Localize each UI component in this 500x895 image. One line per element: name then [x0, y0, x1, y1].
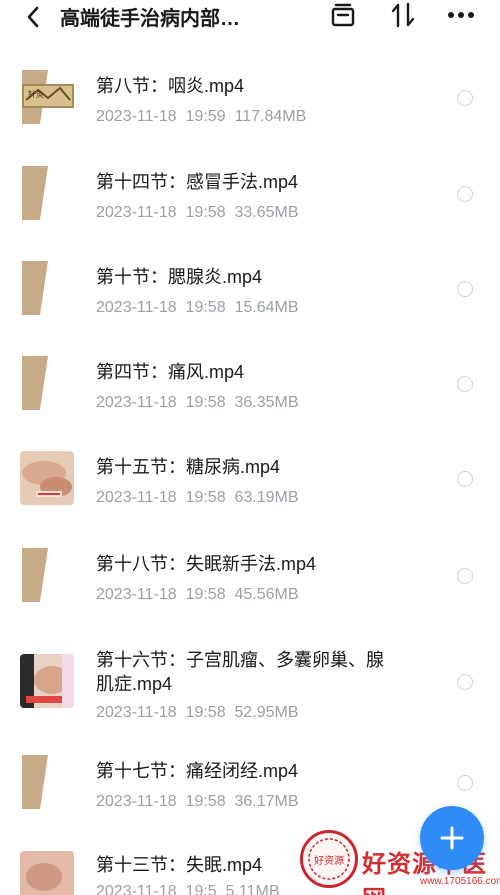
file-size: 15.64MB	[234, 299, 299, 316]
select-radio[interactable]	[457, 775, 473, 791]
file-size: 117.84MB	[234, 108, 307, 125]
document-thumbnail-icon	[22, 755, 48, 809]
file-thumbnail	[20, 356, 74, 410]
file-thumbnail	[20, 548, 74, 602]
file-date: 2023-11-18	[96, 204, 177, 221]
file-date: 2023-11-18	[96, 108, 177, 125]
document-thumbnail-icon	[22, 356, 48, 410]
document-thumbnail-icon	[22, 166, 48, 220]
file-thumbnail	[20, 166, 74, 220]
file-date: 2023-11-18	[96, 883, 177, 895]
svg-text:针灸: 针灸	[28, 89, 44, 99]
file-date: 2023-11-18	[96, 793, 177, 810]
file-size: 52.95MB	[234, 704, 299, 721]
watermark-url: www.1705166.com	[420, 876, 500, 887]
video-thumbnail-icon	[20, 851, 74, 895]
file-time: 19:58	[185, 299, 226, 316]
seal-logo: 好资源	[300, 830, 358, 888]
file-name: 第十节：腮腺炎.mp4	[96, 267, 263, 287]
file-time: 19:58	[185, 586, 226, 603]
file-name: 第十三节：失眠.mp4	[96, 855, 263, 875]
file-date: 2023-11-18	[96, 299, 177, 316]
file-date: 2023-11-18	[96, 489, 177, 506]
image-thumbnail-icon: 针灸	[22, 70, 74, 124]
more-icon	[448, 12, 474, 18]
file-meta: 2023-11-18 19:59 117.84MB	[96, 108, 306, 126]
file-time: 19:59	[185, 108, 226, 125]
top-bar: 高端徒手治病内部…	[0, 0, 500, 40]
file-thumbnail	[20, 261, 74, 315]
file-meta: 2023-11-18 19:58 45.56MB	[96, 586, 299, 604]
file-name-continued: 肌症.mp4	[96, 674, 173, 694]
video-thumbnail-icon	[20, 451, 74, 505]
back-chevron-icon	[27, 6, 39, 28]
file-time: 19:58	[185, 394, 226, 411]
sort-button[interactable]	[386, 0, 420, 30]
file-thumbnail	[20, 755, 74, 809]
file-time: 19:58	[185, 204, 226, 221]
file-thumbnail	[20, 851, 74, 895]
file-name: 第十四节：感冒手法.mp4	[96, 172, 299, 192]
select-all-icon	[331, 3, 355, 27]
list-item[interactable]: 第十六节：子宫肌瘤、多囊卵巢、腺 肌症.mp4 2023-11-18 19:58…	[0, 646, 500, 766]
file-meta: 2023-11-18 19:58 15.64MB	[96, 299, 299, 317]
list-item[interactable]: 第十八节：失眠新手法.mp4 2023-11-18 19:58 45.56MB	[0, 548, 500, 638]
file-meta: 2023-11-18 19:5 5.11MB	[96, 883, 280, 895]
plus-icon	[440, 826, 464, 850]
file-thumbnail	[20, 451, 74, 505]
file-name: 第十六节：子宫肌瘤、多囊卵巢、腺	[96, 650, 384, 670]
file-meta: 2023-11-18 19:58 63.19MB	[96, 489, 299, 507]
select-radio[interactable]	[457, 281, 473, 297]
more-button[interactable]	[444, 0, 478, 30]
back-button[interactable]	[18, 2, 48, 32]
file-name: 第十七节：痛经闭经.mp4	[96, 761, 299, 781]
list-item[interactable]: 第十节：腮腺炎.mp4 2023-11-18 19:58 15.64MB	[0, 261, 500, 351]
select-radio[interactable]	[457, 471, 473, 487]
file-size: 33.65MB	[234, 204, 299, 221]
file-time: 19:58	[185, 489, 226, 506]
select-radio[interactable]	[457, 186, 473, 202]
file-size: 5.11MB	[225, 883, 280, 895]
file-name: 第十八节：失眠新手法.mp4	[96, 554, 317, 574]
video-thumbnail-icon	[20, 654, 74, 708]
file-meta: 2023-11-18 19:58 52.95MB	[96, 704, 299, 722]
file-date: 2023-11-18	[96, 586, 177, 603]
list-item[interactable]: 针灸 第八节：咽炎.mp4 2023-11-18 19:59 117.84MB	[0, 70, 500, 160]
file-time: 19:5	[185, 883, 217, 895]
svg-text:好资源: 好资源	[314, 854, 344, 867]
file-size: 63.19MB	[234, 489, 299, 506]
file-size: 36.17MB	[234, 793, 299, 810]
file-name: 第十五节：糖尿病.mp4	[96, 457, 281, 477]
seal-icon: 好资源	[308, 838, 350, 880]
file-time: 19:58	[185, 793, 226, 810]
page-title: 高端徒手治病内部…	[60, 8, 240, 30]
document-thumbnail-icon	[22, 548, 48, 602]
file-thumbnail	[20, 654, 74, 708]
file-date: 2023-11-18	[96, 394, 177, 411]
select-radio[interactable]	[457, 90, 473, 106]
file-size: 45.56MB	[234, 586, 299, 603]
list-item[interactable]: 第十四节：感冒手法.mp4 2023-11-18 19:58 33.65MB	[0, 166, 500, 256]
select-radio[interactable]	[457, 674, 473, 690]
file-name: 第八节：咽炎.mp4	[96, 76, 245, 96]
select-radio[interactable]	[457, 568, 473, 584]
file-size: 36.35MB	[234, 394, 299, 411]
add-button[interactable]	[420, 806, 484, 870]
list-item[interactable]: 第四节：痛风.mp4 2023-11-18 19:58 36.35MB	[0, 356, 500, 446]
file-thumbnail: 针灸	[20, 70, 74, 124]
list-item[interactable]: 第十五节：糖尿病.mp4 2023-11-18 19:58 63.19MB	[0, 451, 500, 541]
document-thumbnail-icon	[22, 261, 48, 315]
select-all-button[interactable]	[326, 0, 360, 30]
file-meta: 2023-11-18 19:58 36.35MB	[96, 394, 299, 412]
file-meta: 2023-11-18 19:58 36.17MB	[96, 793, 299, 811]
file-name: 第四节：痛风.mp4	[96, 362, 245, 382]
file-meta: 2023-11-18 19:58 33.65MB	[96, 204, 299, 222]
sort-icon	[391, 2, 415, 28]
select-radio[interactable]	[457, 376, 473, 392]
file-date: 2023-11-18	[96, 704, 177, 721]
file-time: 19:58	[185, 704, 226, 721]
